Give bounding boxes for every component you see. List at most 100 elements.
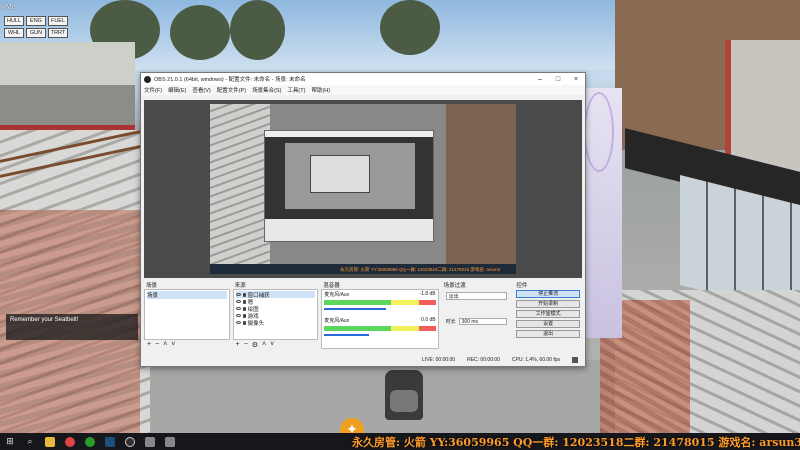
exit-button[interactable]: 退出 [516, 330, 580, 338]
eye-icon[interactable] [235, 307, 241, 310]
obs-titlebar[interactable]: OBS 21.0.1 (64bit, windows) - 配置文件: 未命名 … [141, 73, 585, 85]
menu-view[interactable]: 查看(V) [192, 86, 210, 94]
lock-icon[interactable] [242, 313, 246, 318]
maximize-icon[interactable]: □ [549, 76, 567, 83]
mixer-dock: 混音器 麦克风/Aux -1.8 dB 麦克风/Aux 0.0 dB [321, 281, 439, 349]
settings-button[interactable]: 设置 [516, 320, 580, 328]
windows-icon[interactable]: ⊞ [0, 433, 20, 450]
eye-icon[interactable] [235, 293, 241, 296]
transitions-title: 场景过渡 [443, 283, 466, 289]
start-recording-button[interactable]: 开始录制 [516, 300, 580, 308]
down-icon[interactable]: ˅ [270, 341, 274, 348]
source-label: 摄像头 [247, 320, 265, 327]
nested-docks [265, 219, 433, 241]
lock-icon[interactable] [242, 320, 246, 325]
controls-title: 控件 [516, 283, 528, 289]
xbox-icon[interactable] [80, 433, 100, 450]
tree [230, 0, 285, 60]
down-icon[interactable]: ˅ [171, 341, 175, 348]
obs-icon[interactable] [120, 433, 140, 450]
eye-icon[interactable] [235, 300, 241, 303]
source-item[interactable]: 摄像头 [235, 319, 316, 327]
hud-key-gun: GUN [26, 28, 46, 38]
preview-building [446, 104, 516, 274]
transitions-dock: 场景过渡 淡出 时长 300 ms [441, 281, 512, 349]
volume-meter [324, 300, 436, 305]
duration-input[interactable]: 300 ms [458, 318, 508, 325]
menu-help[interactable]: 帮助(H) [311, 86, 330, 94]
channel-name: 麦克风/Aux [324, 292, 350, 298]
menu-edit[interactable]: 编辑(E) [168, 86, 186, 94]
cpu-fps: CPU: 1.4%, 60.00 fps [511, 356, 560, 363]
hud-key-fuel: FUEL [48, 16, 68, 26]
stop-streaming-button[interactable]: 停止推流 [516, 290, 580, 298]
lock-icon[interactable] [242, 306, 246, 311]
chrome-icon[interactable] [60, 433, 80, 450]
mixer-channel: 麦克风/Aux -1.8 dB [322, 290, 437, 316]
transitions-body: 淡出 时长 300 ms [441, 289, 512, 349]
lock-icon[interactable] [242, 299, 246, 304]
minimize-icon[interactable]: – [531, 76, 549, 83]
folder-icon[interactable] [40, 433, 60, 450]
sources-list[interactable]: 窗口捕获 嗯 绘图 游戏 摄像头 [232, 289, 319, 340]
monitor-icon[interactable] [160, 433, 180, 450]
hud-key-whl: WHL [4, 28, 24, 38]
eye-icon[interactable] [235, 321, 241, 324]
menu-file[interactable]: 文件(F) [144, 86, 162, 94]
up-icon[interactable]: ˄ [163, 341, 167, 348]
motorbike-seat [390, 390, 418, 412]
remove-icon[interactable]: − [155, 341, 159, 348]
transition-duration: 时长 300 ms [446, 318, 508, 325]
lock-icon[interactable] [242, 292, 246, 297]
preview-stairs [210, 104, 270, 274]
volume-meter [324, 326, 436, 331]
steam-icon[interactable] [100, 433, 120, 450]
duration-label: 时长 [445, 319, 456, 325]
monitor-icon[interactable] [140, 433, 160, 450]
mixer-body: 麦克风/Aux -1.8 dB 麦克风/Aux 0.0 dB [321, 289, 439, 349]
building-left-dark [0, 85, 135, 125]
menu-tools[interactable]: 工具(T) [287, 86, 305, 94]
obs-menubar: 文件(F) 编辑(E) 查看(V) 配置文件(P) 场景集合(S) 工具(T) … [141, 85, 585, 95]
rec-time: REC: 00:00:00 [467, 356, 500, 363]
seatbelt-hint: Remember your Seatbelt! [6, 314, 138, 340]
close-icon[interactable]: × [567, 76, 585, 83]
tree [170, 5, 230, 60]
scenes-list[interactable]: 场景 [144, 289, 230, 340]
poster-art [584, 92, 614, 172]
stream-status-icon [572, 356, 578, 363]
nested-obs-window [264, 130, 434, 242]
scenes-toolbar: + − ˄ ˅ [144, 340, 230, 349]
obs-logo-icon [144, 75, 151, 83]
channel-db: 0.0 dB [421, 317, 436, 323]
sources-dock: 来源 窗口捕获 嗯 绘图 游戏 摄像头 + − ⚙ ˄ ˅ [232, 281, 319, 349]
transition-select[interactable]: 淡出 [445, 292, 508, 300]
nested-preview-inner [310, 155, 370, 193]
volume-slider[interactable] [324, 334, 370, 336]
studio-mode-button[interactable]: 工作室模式 [516, 310, 580, 318]
remove-icon[interactable]: − [244, 341, 248, 348]
scenes-dock: 场景 场景 + − ˄ ˅ [144, 281, 230, 349]
stream-ticker: 永久房管: 火箭 YY:36059965 QQ一群: 12023518二群: 2… [352, 436, 800, 449]
scene-item[interactable]: 场景 [147, 291, 227, 299]
gear-icon[interactable]: ⚙ [252, 341, 258, 349]
menu-scene-collection[interactable]: 场景集合(S) [252, 86, 281, 94]
up-icon[interactable]: ˄ [262, 341, 266, 348]
search-icon[interactable]: ⌕ [20, 433, 40, 450]
obs-window[interactable]: OBS 21.0.1 (64bit, windows) - 配置文件: 未命名 … [140, 72, 586, 367]
eye-icon[interactable] [235, 314, 241, 317]
add-icon[interactable]: + [147, 341, 151, 348]
volume-slider[interactable] [324, 308, 387, 310]
sources-title: 来源 [234, 283, 246, 289]
obs-preview[interactable]: 永久房管: 火箭 YY:36059965 QQ一群: 12023518二群: 2… [144, 100, 582, 278]
tree [380, 0, 440, 55]
obs-title: OBS 21.0.1 (64bit, windows) - 配置文件: 未命名 … [154, 77, 306, 83]
preview-canvas: 永久房管: 火箭 YY:36059965 QQ一群: 12023518二群: 2… [210, 104, 516, 274]
menu-profile[interactable]: 配置文件(P) [217, 86, 246, 94]
mixer-channel: 麦克风/Aux 0.0 dB [322, 316, 437, 342]
add-icon[interactable]: + [236, 341, 240, 348]
controls-dock: 控件 停止推流 开始录制 工作室模式 设置 退出 [514, 281, 582, 349]
scenes-title: 场景 [146, 283, 158, 289]
vehicle-status-panel: HULL ENG FUEL WHL GUN TRRT [4, 16, 68, 38]
nested-titlebar [265, 131, 433, 137]
